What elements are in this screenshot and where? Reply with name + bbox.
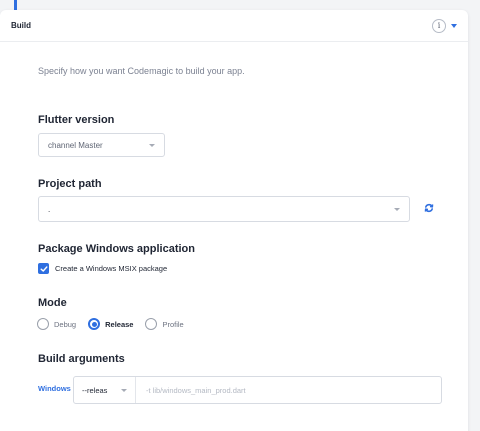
build-arguments-field: --releas -t lib/windows_main_prod.dart bbox=[73, 376, 442, 404]
platform-label: Windows bbox=[38, 384, 71, 393]
package-windows-title: Package Windows application bbox=[38, 243, 195, 255]
build-arguments-title: Build arguments bbox=[38, 353, 125, 365]
radio-release[interactable] bbox=[88, 318, 101, 330]
project-path-title: Project path bbox=[38, 178, 102, 190]
msix-checkbox-row[interactable]: Create a Windows MSIX package bbox=[38, 263, 167, 274]
build-mode-select[interactable]: --releas bbox=[74, 377, 136, 403]
msix-checkbox[interactable] bbox=[38, 263, 49, 274]
flutter-version-select[interactable]: channel Master bbox=[38, 133, 165, 157]
chevron-down-icon bbox=[121, 388, 127, 392]
mode-option-profile[interactable]: Profile bbox=[145, 318, 184, 330]
project-path-value: . bbox=[48, 204, 51, 214]
description-text: Specify how you want Codemagic to build … bbox=[38, 66, 245, 76]
mode-option-debug[interactable]: Debug bbox=[37, 318, 76, 330]
flutter-version-value: channel Master bbox=[48, 140, 103, 150]
chevron-down-icon bbox=[149, 143, 155, 147]
radio-profile[interactable] bbox=[145, 318, 158, 330]
radio-label-debug: Debug bbox=[54, 319, 77, 329]
mode-option-release[interactable]: Release bbox=[88, 318, 133, 330]
refresh-icon[interactable] bbox=[424, 203, 434, 213]
radio-label-profile: Profile bbox=[162, 319, 184, 329]
header-actions: i bbox=[432, 18, 457, 33]
project-path-select[interactable]: . bbox=[38, 196, 410, 222]
mode-title: Mode bbox=[38, 297, 67, 309]
build-mode-value: --releas bbox=[82, 385, 108, 395]
radio-label-release: Release bbox=[105, 319, 134, 329]
info-icon[interactable]: i bbox=[432, 18, 446, 33]
panel-title: Build bbox=[11, 21, 31, 30]
caret-down-icon[interactable] bbox=[451, 24, 457, 28]
chevron-down-icon bbox=[394, 207, 400, 211]
check-icon bbox=[40, 265, 47, 272]
flutter-version-title: Flutter version bbox=[38, 114, 115, 126]
msix-checkbox-label: Create a Windows MSIX package bbox=[55, 264, 168, 273]
radio-debug[interactable] bbox=[37, 318, 49, 330]
panel-header: Build i bbox=[0, 10, 468, 42]
build-args-input[interactable]: -t lib/windows_main_prod.dart bbox=[136, 386, 246, 395]
mode-radio-group: Debug Release Profile bbox=[37, 318, 196, 330]
